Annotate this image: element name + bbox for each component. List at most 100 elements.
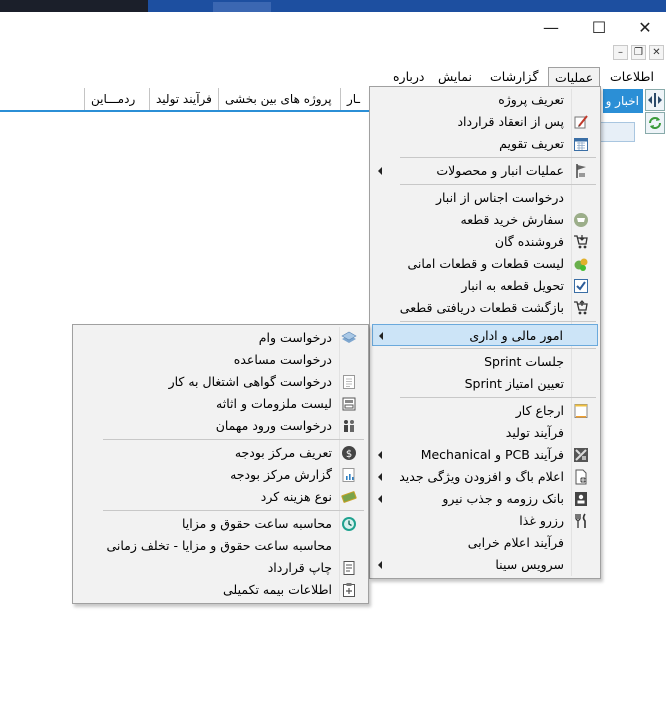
finance-submenu-item[interactable]: محاسبه ساعت حقوق و مزایا - تخلف زمانی <box>75 535 366 557</box>
finance-submenu-item[interactable]: درخواست وام <box>75 327 366 349</box>
finance-submenu-item[interactable]: درخواست ورود مهمان <box>75 415 366 437</box>
taskbar-dark-segment <box>0 0 148 12</box>
finance-submenu-item[interactable]: گزارش مرکز بودجه <box>75 464 366 486</box>
menu-icon-slot <box>572 189 590 207</box>
report-chart-icon <box>340 466 358 484</box>
return-cart-icon <box>572 299 590 317</box>
contract-pen-icon <box>572 113 590 131</box>
split-view-icon[interactable] <box>645 89 665 111</box>
svg-text:$: $ <box>346 449 352 460</box>
menu-information[interactable]: اطلاعات <box>604 67 660 89</box>
minimize-window-button[interactable]: — <box>540 16 562 38</box>
operations-menu-item[interactable]: درخواست اجناس از انبار <box>372 187 598 209</box>
operations-menu-item[interactable]: امور مالی و اداری <box>372 324 598 346</box>
operations-menu-item[interactable]: بانک رزومه و جذب نیرو <box>372 488 598 510</box>
menu-icon-slot <box>572 91 590 109</box>
operations-menu-item[interactable]: فرآیند PCB و Mechanical <box>372 444 598 466</box>
maximize-window-button[interactable]: ☐ <box>588 16 610 38</box>
guests-icon <box>340 417 358 435</box>
menu-icon-slot <box>572 534 590 552</box>
operations-menu-item-label: بانک رزومه و جذب نیرو <box>442 491 564 506</box>
fork-knife-icon <box>572 512 590 530</box>
refresh-icon[interactable] <box>645 112 665 134</box>
operations-menu-item-label: تحویل قطعه به انبار <box>461 278 564 293</box>
operations-menu-item-label: تعریف تقویم <box>499 136 564 151</box>
submenu-arrow-icon <box>378 167 382 175</box>
finance-submenu-item[interactable]: اطلاعات بیمه تکمیلی <box>75 579 366 601</box>
mdi-minimize-button[interactable]: – <box>613 45 628 60</box>
tab-production-process[interactable]: فرآیند تولید <box>149 88 218 110</box>
operations-menu-item[interactable]: تحویل قطعه به انبار <box>372 275 598 297</box>
menu-icon-slot <box>572 556 590 574</box>
operations-menu-item-label: فرآیند PCB و Mechanical <box>420 447 564 462</box>
menu-bar: اطلاعات عملیات گزارشات نمایش درباره <box>0 64 666 89</box>
menu-separator <box>103 439 364 440</box>
finance-submenu-item[interactable]: درخواست مساعده <box>75 349 366 371</box>
operations-menu-item[interactable]: ارجاع کار <box>372 400 598 422</box>
operations-menu-item-label: تعریف پروژه <box>498 92 564 107</box>
submenu-arrow-icon <box>379 332 383 340</box>
operations-menu-item[interactable]: بازگشت قطعات دریافتی قطعی <box>372 297 598 319</box>
operations-menu-item-label: ارجاع کار <box>515 403 564 418</box>
operations-menu-item[interactable]: رزرو غذا <box>372 510 598 532</box>
operations-menu-item-label: جلسات Sprint <box>484 354 564 369</box>
operations-menu-item[interactable]: سفارش خرید قطعه <box>372 209 598 231</box>
finance-submenu-item-label: محاسبه ساعت حقوق و مزایا - تخلف زمانی <box>106 538 332 553</box>
mdi-close-button[interactable]: ✕ <box>649 45 664 60</box>
filter-input[interactable] <box>600 122 635 142</box>
finance-submenu-item-label: محاسبه ساعت حقوق و مزایا <box>181 516 332 531</box>
bug-doc-icon <box>572 468 590 486</box>
operations-menu-item-label: امور مالی و اداری <box>469 328 563 343</box>
tab-redmine[interactable]: ردمـــاین <box>84 88 141 110</box>
news-button[interactable]: اخبار و <box>603 89 643 113</box>
menu-separator <box>400 321 596 322</box>
parts-list-icon <box>572 255 590 273</box>
menu-icon-slot <box>572 375 590 393</box>
close-window-button[interactable]: ✕ <box>634 16 656 38</box>
expense-money-icon <box>340 488 358 506</box>
operations-menu-item[interactable]: تعیین امتیاز Sprint <box>372 373 598 395</box>
vendor-cart-icon <box>572 233 590 251</box>
taskbar-strip <box>0 0 666 12</box>
taskbar-active-item[interactable] <box>213 2 271 12</box>
tab-truncated[interactable]: ـار <box>340 88 366 110</box>
finance-submenu-item-label: گزارش مرکز بودجه <box>230 467 332 482</box>
operations-menu-item[interactable]: فرآیند تولید <box>372 422 598 444</box>
operations-menu-item[interactable]: اعلام باگ و افزودن ویژگی جدید <box>372 466 598 488</box>
operations-menu-item[interactable]: فرآیند اعلام خرابی <box>372 532 598 554</box>
finance-submenu-item[interactable]: $ تعریف مرکز بودجه <box>75 442 366 464</box>
finance-submenu-item[interactable]: چاپ قرارداد <box>75 557 366 579</box>
clock-teal-icon <box>340 515 358 533</box>
menu-icon-slot <box>340 351 358 369</box>
operations-menu-item[interactable]: جلسات Sprint <box>372 351 598 373</box>
menu-separator <box>400 184 596 185</box>
operations-menu-item[interactable]: تعریف پروژه <box>372 89 598 111</box>
app-window: — ☐ ✕ – ❐ ✕ اطلاعات عملیات گزارشات نمایش… <box>0 0 666 720</box>
finance-submenu-item[interactable]: محاسبه ساعت حقوق و مزایا <box>75 513 366 535</box>
finance-submenu-item[interactable]: لیست ملزومات و اثاثه <box>75 393 366 415</box>
menu-separator <box>400 397 596 398</box>
operations-menu-item[interactable]: تعریف تقویم <box>372 133 598 155</box>
finance-submenu-item[interactable]: نوع هزینه کرد <box>75 486 366 508</box>
menu-separator <box>400 157 596 158</box>
operations-menu-item-label: سفارش خرید قطعه <box>460 212 564 227</box>
operations-menu-item[interactable]: فروشنده گان <box>372 231 598 253</box>
checkbox-delivery-icon <box>572 277 590 295</box>
operations-menu-item[interactable]: لیست قطعات و قطعات امانی <box>372 253 598 275</box>
finance-submenu-item-label: تعریف مرکز بودجه <box>234 445 332 460</box>
operations-dropdown-menu: تعریف پروژه پس از انعقاد قرارداد تعریف تقو… <box>369 86 601 579</box>
operations-menu-item[interactable]: عملیات انبار و محصولات <box>372 160 598 182</box>
operations-menu-item-label: لیست قطعات و قطعات امانی <box>407 256 564 271</box>
mdi-restore-button[interactable]: ❐ <box>631 45 646 60</box>
operations-menu-item[interactable]: سرویس سینا <box>372 554 598 576</box>
operations-menu-item-label: بازگشت قطعات دریافتی قطعی <box>399 300 564 315</box>
operations-menu-item-label: سرویس سینا <box>495 557 564 572</box>
warehouse-flag-icon <box>572 162 590 180</box>
finance-submenu-item[interactable]: درخواست گواهی اشتغال به کار <box>75 371 366 393</box>
menu-icon-slot <box>572 424 590 442</box>
tab-cross-department-projects[interactable]: پروژه های بین بخشی <box>218 88 338 110</box>
operations-menu-item[interactable]: پس از انعقاد قرارداد <box>372 111 598 133</box>
resume-icon <box>572 490 590 508</box>
buy-cart-green-icon <box>572 211 590 229</box>
menu-separator <box>400 348 596 349</box>
